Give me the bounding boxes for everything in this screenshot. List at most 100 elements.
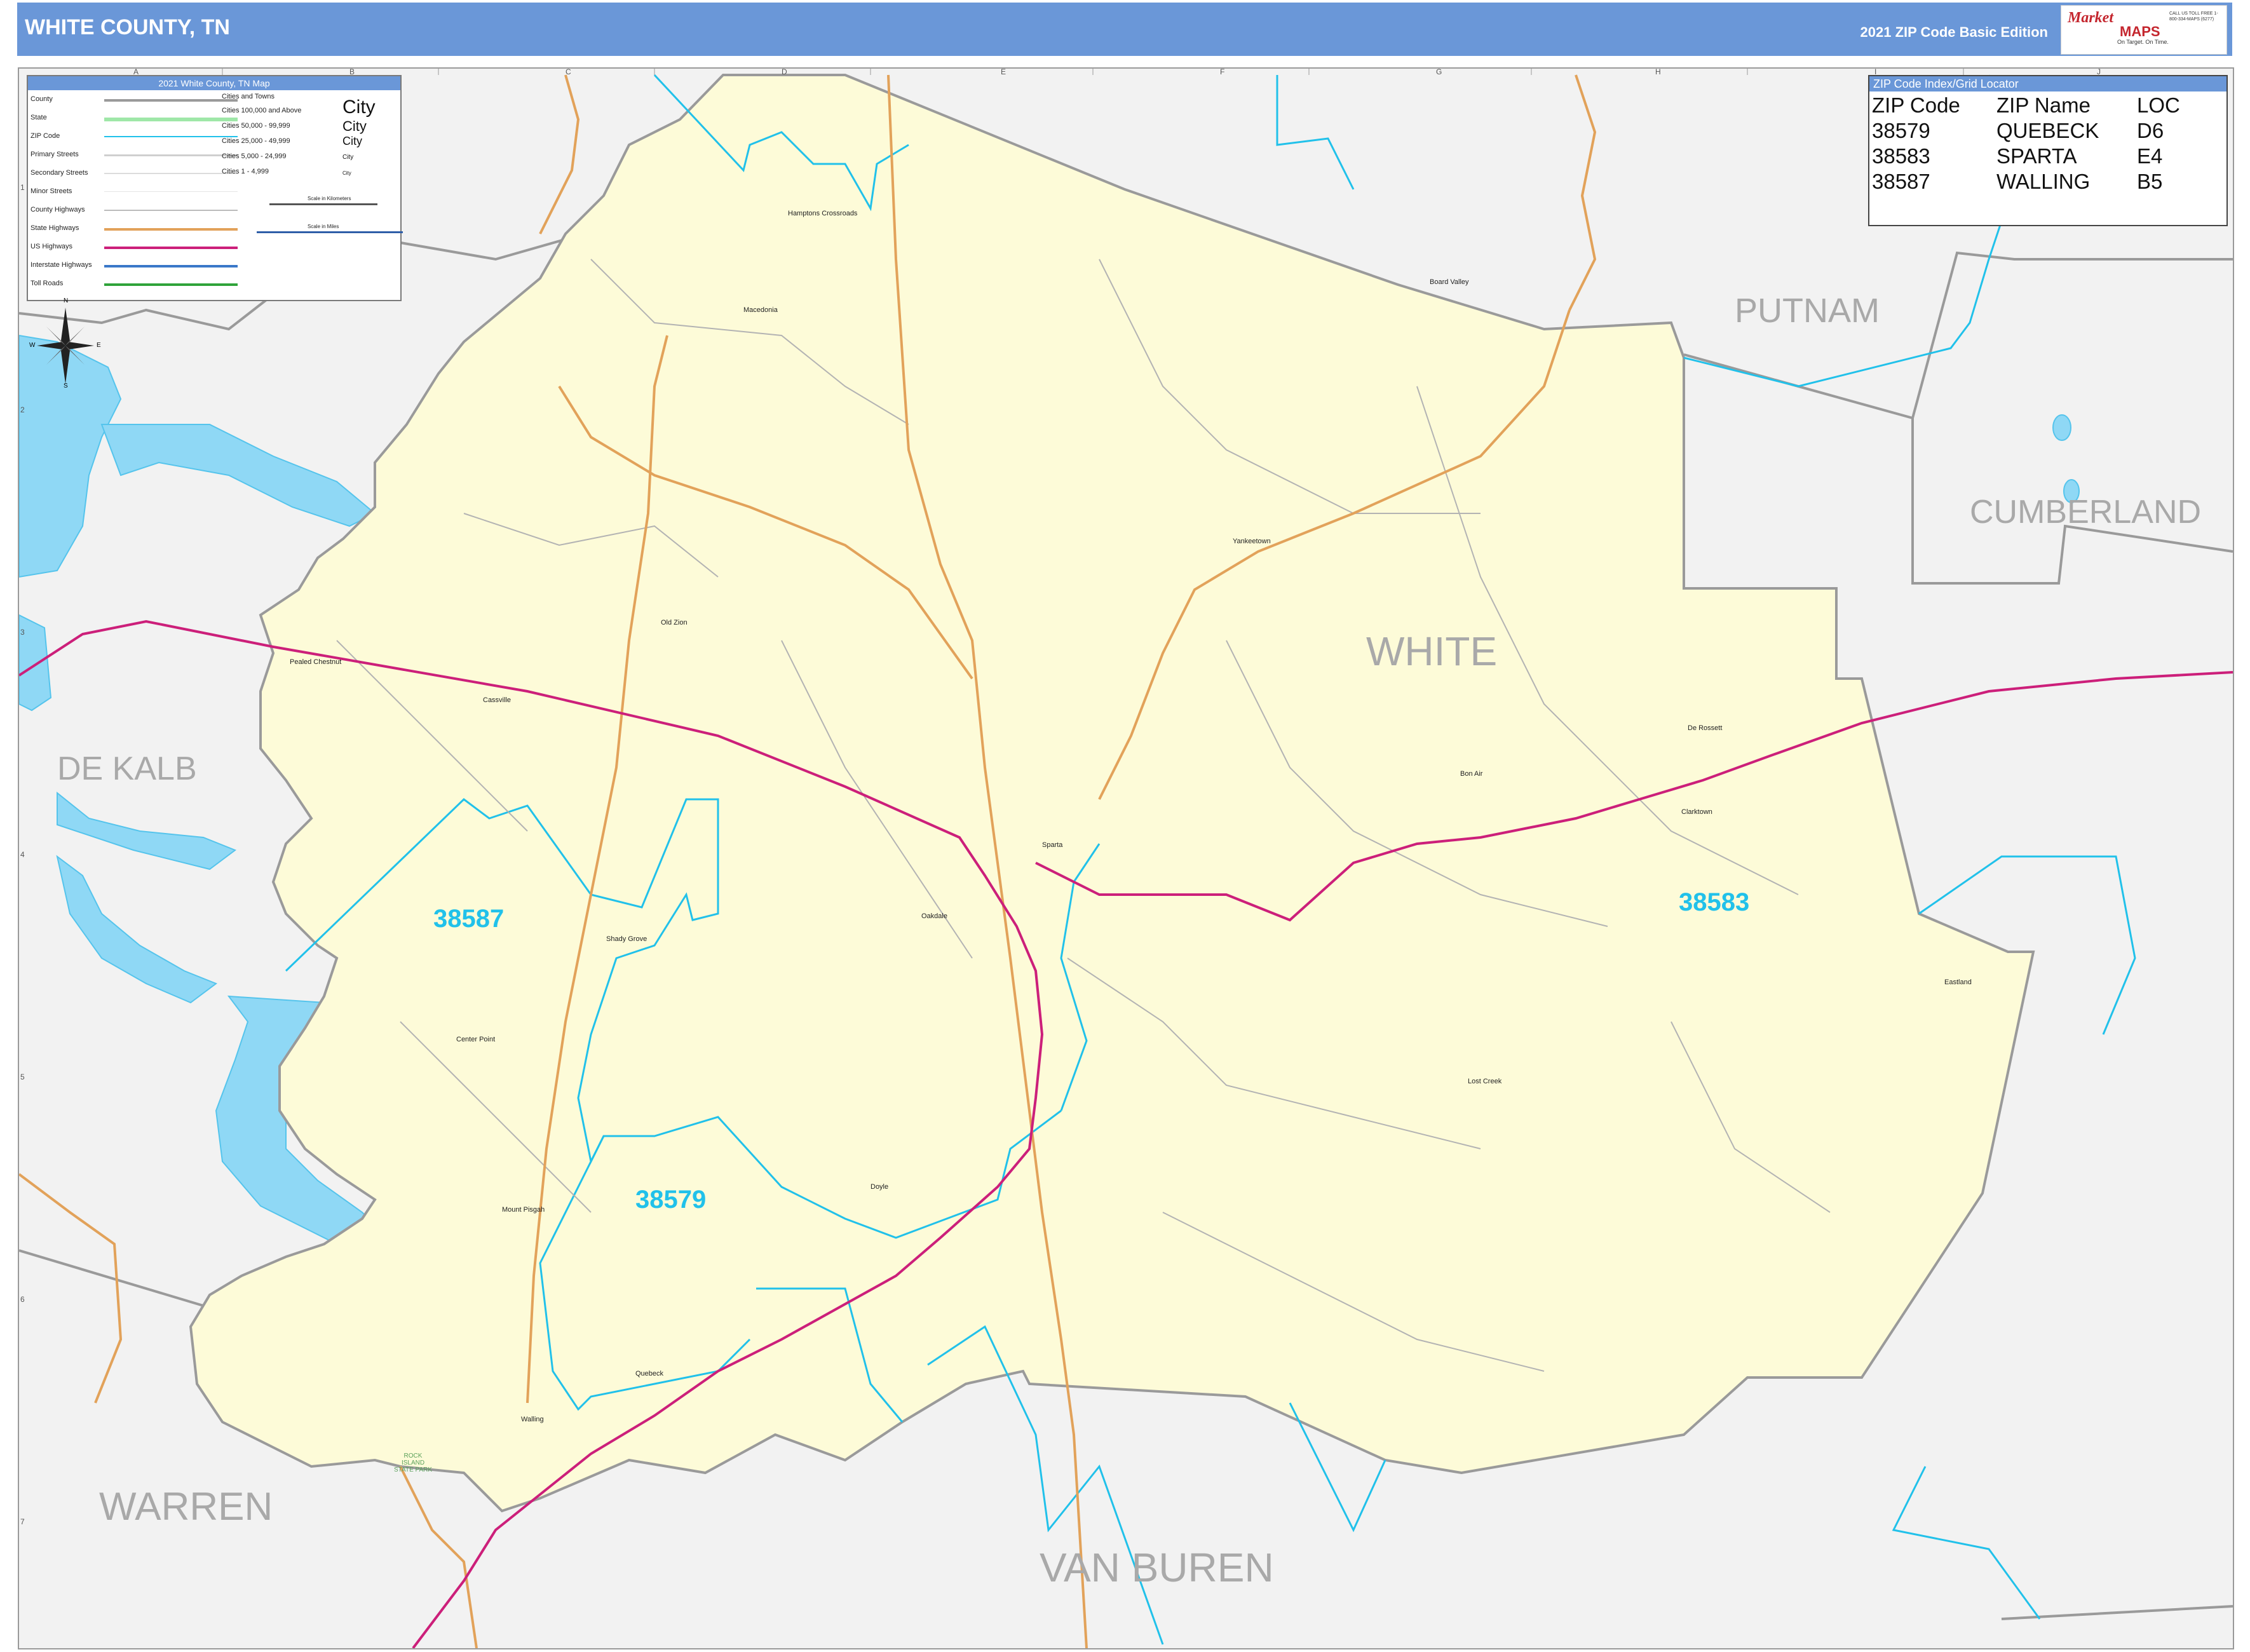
town-label: Macedonia — [743, 306, 778, 314]
grid-row-label: 7 — [20, 1517, 25, 1526]
edition-label: 2021 ZIP Code Basic Edition — [1860, 24, 2048, 40]
grid-col-label: D — [782, 67, 787, 76]
grid-col-label: H — [1655, 67, 1661, 76]
legend-swatch-state — [104, 118, 238, 121]
town-label: Eastland — [1944, 978, 1972, 986]
legend-item-primary: Primary Streets — [30, 151, 79, 158]
legend-swatch-toll — [104, 283, 238, 286]
grid-row-label: 2 — [20, 405, 25, 414]
town-label: Board Valley — [1430, 278, 1469, 286]
table-row[interactable]: 38583 SPARTA E4 — [1871, 144, 2183, 169]
town-label: Clarktown — [1681, 808, 1712, 816]
legend-city-sample: City — [342, 154, 354, 161]
town-label: Bon Air — [1460, 770, 1483, 778]
grid-row-label: 5 — [20, 1073, 25, 1081]
grid-col-label: G — [1436, 67, 1442, 76]
legend-city-tier: Cities 1 - 4,999 — [222, 168, 269, 175]
town-label: Pealed Chestnut — [290, 658, 342, 666]
logo-contact: CALL US TOLL FREE 1-800-334-MAPS (6277) — [2169, 11, 2218, 22]
town-label: Hamptons Crossroads — [788, 210, 858, 217]
legend-title: 2021 White County, TN Map — [28, 76, 400, 90]
legend-swatch-minor — [104, 191, 238, 192]
grid-row-label: 1 — [20, 183, 25, 192]
legend-swatch-primary — [104, 154, 238, 156]
map-legend: 2021 White County, TN Map County State Z… — [27, 75, 403, 301]
legend-item-secondary: Secondary Streets — [30, 169, 88, 177]
table-row[interactable]: 38579 QUEBECK D6 — [1871, 118, 2183, 144]
table-row[interactable]: 38587 WALLING B5 — [1871, 169, 2183, 194]
legend-city-tier: Cities 5,000 - 24,999 — [222, 152, 287, 160]
legend-city-tier: Cities 100,000 and Above — [222, 107, 302, 114]
grid-col-label: F — [1220, 67, 1225, 76]
state-park-label: ROCK ISLAND STATE PARK — [394, 1452, 433, 1473]
compass-e: E — [97, 342, 101, 349]
zip-loc-cell: B5 — [2137, 170, 2163, 193]
map-canvas[interactable] — [19, 69, 2233, 1648]
zip-code-cell: 38583 — [1872, 144, 1930, 168]
legend-city-sample: City — [342, 118, 367, 134]
zip-index-header-row: ZIP Code ZIP Name LOC — [1871, 93, 2183, 118]
town-label: Walling — [521, 1416, 544, 1423]
zip-label-38587: 38587 — [433, 905, 505, 933]
legend-item-toll: Toll Roads — [30, 280, 64, 287]
zip-index-title: ZIP Code Index/Grid Locator — [1869, 76, 2226, 91]
logo-sub: MAPS — [2120, 24, 2160, 39]
legend-city-sample: City — [342, 135, 362, 147]
grid-row-label: 3 — [20, 628, 25, 637]
zip-index-table: ZIP Code ZIP Name LOC 38579 QUEBECK D6 3… — [1871, 93, 2183, 194]
legend-swatch-interstate — [104, 265, 238, 267]
town-label: Lost Creek — [1468, 1078, 1502, 1085]
zip-index-col-header: ZIP Name — [1996, 93, 2091, 117]
county-label-vanburen: VAN BUREN — [1040, 1545, 1274, 1590]
town-label: De Rossett — [1688, 724, 1723, 732]
compass-icon — [37, 308, 94, 384]
zip-loc-cell: D6 — [2137, 119, 2164, 142]
legend-item-state: State — [30, 114, 47, 121]
legend-city-tier: Cities 25,000 - 49,999 — [222, 137, 290, 145]
legend-swatch-county-hwy — [104, 210, 238, 211]
town-label: Oakdale — [921, 912, 947, 920]
town-label: Center Point — [456, 1036, 496, 1043]
zip-index-col-header: LOC — [2137, 93, 2180, 117]
map-frame[interactable]: WHITE PUTNAM CUMBERLAND DE KALB WARREN V… — [18, 67, 2234, 1649]
town-label: Mount Pisgah — [502, 1206, 545, 1214]
market-maps-logo: Market MAPS On Target. On Time. CALL US … — [2061, 5, 2227, 55]
compass-s: S — [64, 383, 68, 389]
town-label: Shady Grove — [606, 935, 647, 943]
legend-swatch-secondary — [104, 173, 238, 174]
town-label: Old Zion — [661, 619, 688, 626]
town-label: Sparta — [1042, 841, 1063, 849]
county-label-white: WHITE — [1366, 628, 1498, 674]
county-label-cumberland: CUMBERLAND — [1970, 494, 2202, 531]
grid-col-label: C — [566, 67, 571, 76]
legend-item-county-hwy: County Highways — [30, 206, 85, 213]
zip-name-cell: SPARTA — [1996, 144, 2077, 168]
legend-item-zip: ZIP Code — [30, 132, 60, 140]
grid-row-label: 4 — [20, 850, 25, 859]
town-label: Quebeck — [635, 1370, 664, 1378]
grid-ticks — [222, 69, 1964, 75]
legend-swatch-zip — [104, 136, 238, 137]
legend-scale-mi-bar — [257, 231, 403, 233]
legend-swatch-us-hwy — [104, 247, 238, 249]
legend-scale-km: Scale in Kilometers — [308, 196, 351, 201]
zip-code-cell: 38587 — [1872, 170, 1930, 193]
legend-item-county: County — [30, 95, 53, 103]
logo-tagline: On Target. On Time. — [2117, 39, 2169, 45]
legend-scale-mi: Scale in Miles — [308, 224, 339, 229]
legend-swatch-state-hwy — [104, 228, 238, 231]
zip-index-col-header: ZIP Code — [1872, 93, 1960, 117]
legend-city-sample: City — [342, 97, 376, 118]
compass-w: W — [29, 342, 36, 349]
county-label-dekalb: DE KALB — [57, 750, 197, 787]
legend-cities-header: Cities and Towns — [222, 93, 274, 100]
grid-col-label: E — [1001, 67, 1006, 76]
logo-main: Market — [2068, 10, 2113, 26]
zip-code-cell: 38579 — [1872, 119, 1930, 142]
town-label: Doyle — [871, 1183, 889, 1191]
legend-item-minor: Minor Streets — [30, 187, 72, 195]
zip-name-cell: QUEBECK — [1996, 119, 2099, 142]
compass-rose: N S W E — [29, 297, 101, 389]
town-label: Yankeetown — [1233, 538, 1271, 545]
county-label-putnam: PUTNAM — [1735, 292, 1880, 330]
